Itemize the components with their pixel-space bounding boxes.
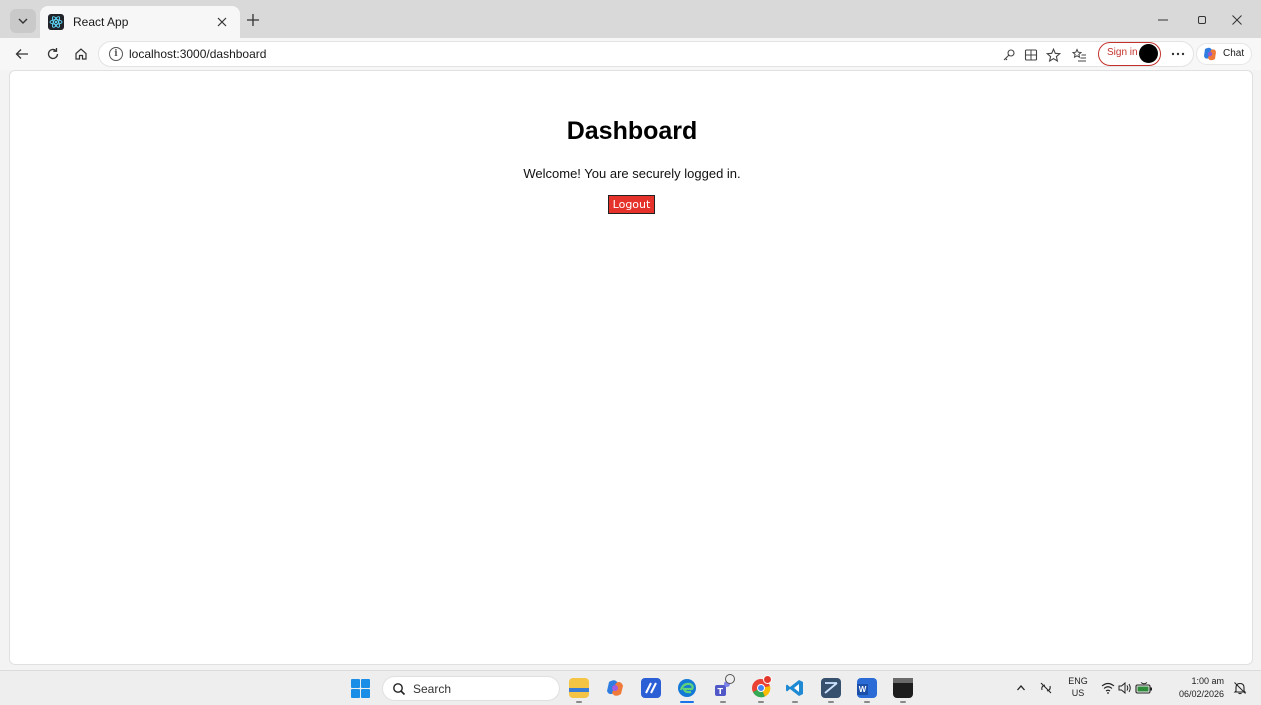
address-bar[interactable]: i localhost:3000/dashboard bbox=[98, 41, 1194, 67]
url-text[interactable]: localhost:3000/dashboard bbox=[129, 47, 266, 61]
minimize-button[interactable] bbox=[1155, 12, 1171, 28]
favorites-list-icon[interactable] bbox=[1071, 47, 1087, 63]
back-button[interactable] bbox=[14, 46, 30, 62]
close-badge-icon bbox=[725, 674, 735, 684]
key-icon[interactable] bbox=[1001, 47, 1017, 63]
copilot-icon[interactable] bbox=[605, 678, 625, 698]
notification-bell-icon[interactable] bbox=[1233, 681, 1247, 695]
new-tab-button[interactable] bbox=[244, 11, 262, 29]
volume-icon[interactable] bbox=[1118, 681, 1132, 695]
tab-title: React App bbox=[73, 15, 129, 29]
region-code: US bbox=[1071, 688, 1085, 698]
search-placeholder: Search bbox=[413, 682, 452, 696]
sign-in-button[interactable]: Sign in bbox=[1098, 42, 1161, 66]
copilot-chat-button[interactable]: Chat bbox=[1196, 43, 1252, 65]
tab-close-button[interactable] bbox=[214, 14, 230, 30]
chevron-up-icon[interactable] bbox=[1014, 681, 1028, 695]
vscode-icon[interactable] bbox=[785, 678, 805, 698]
arrow-left-icon bbox=[15, 49, 28, 59]
terminal-icon[interactable] bbox=[893, 678, 913, 698]
sync-off-icon[interactable] bbox=[1039, 681, 1053, 695]
ellipsis-icon bbox=[1171, 52, 1185, 56]
browser-toolbar: i localhost:3000/dashboard Sign in Chat bbox=[0, 38, 1261, 70]
svg-text:T: T bbox=[718, 687, 724, 696]
teams-icon[interactable]: T bbox=[713, 674, 735, 698]
close-window-button[interactable] bbox=[1229, 12, 1245, 28]
chrome-icon[interactable] bbox=[751, 675, 772, 698]
word-icon[interactable]: W bbox=[857, 678, 877, 698]
plus-icon bbox=[247, 14, 259, 26]
favorite-star-icon[interactable] bbox=[1045, 47, 1061, 63]
logout-button[interactable]: Logout bbox=[608, 195, 655, 214]
home-icon bbox=[75, 48, 87, 60]
split-screen-icon[interactable] bbox=[1023, 47, 1039, 63]
browser-tab[interactable]: React App bbox=[40, 6, 240, 38]
search-icon bbox=[393, 683, 406, 696]
tab-strip: React App bbox=[0, 0, 1261, 38]
avatar bbox=[1139, 44, 1158, 63]
more-options-button[interactable] bbox=[1170, 46, 1186, 62]
language-indicator[interactable]: ENG US bbox=[1066, 675, 1090, 699]
app-window-icon[interactable] bbox=[821, 678, 841, 698]
taskbar-search[interactable]: Search bbox=[382, 676, 560, 701]
refresh-button[interactable] bbox=[45, 46, 61, 62]
app-tile-icon[interactable] bbox=[641, 678, 661, 698]
react-icon bbox=[48, 14, 64, 30]
battery-icon[interactable] bbox=[1135, 681, 1153, 695]
close-icon bbox=[217, 17, 227, 27]
windows-logo-icon bbox=[351, 679, 360, 688]
clock-date: 06/02/2026 bbox=[1178, 689, 1224, 699]
welcome-message: Welcome! You are securely logged in. bbox=[523, 166, 741, 181]
notification-badge bbox=[763, 675, 772, 684]
restore-button[interactable] bbox=[1194, 12, 1210, 28]
system-clock[interactable]: 1:00 am 06/02/2026 bbox=[1166, 675, 1224, 701]
home-button[interactable] bbox=[73, 46, 89, 62]
page-viewport: Dashboard Welcome! You are securely logg… bbox=[9, 70, 1253, 665]
edge-icon[interactable] bbox=[677, 678, 697, 698]
refresh-icon bbox=[47, 48, 59, 60]
page-title: Dashboard bbox=[566, 117, 698, 145]
tab-actions-button[interactable] bbox=[10, 9, 36, 33]
language-code: ENG bbox=[1068, 676, 1088, 686]
copilot-icon bbox=[1204, 47, 1216, 61]
info-icon[interactable]: i bbox=[109, 47, 123, 61]
wifi-icon[interactable] bbox=[1101, 681, 1115, 695]
clock-time: 1:00 am bbox=[1191, 676, 1224, 686]
windows-start-button[interactable] bbox=[351, 679, 370, 698]
file-explorer-icon[interactable] bbox=[569, 678, 589, 698]
restore-icon bbox=[1198, 16, 1206, 24]
chevron-down-icon bbox=[18, 18, 28, 24]
minimize-icon bbox=[1158, 19, 1168, 21]
chat-label: Chat bbox=[1223, 48, 1245, 59]
taskbar: Search T W ENG US 1:00 am 06/02/2026 bbox=[0, 670, 1261, 705]
close-icon bbox=[1232, 15, 1242, 25]
sign-in-label: Sign in bbox=[1107, 47, 1138, 58]
